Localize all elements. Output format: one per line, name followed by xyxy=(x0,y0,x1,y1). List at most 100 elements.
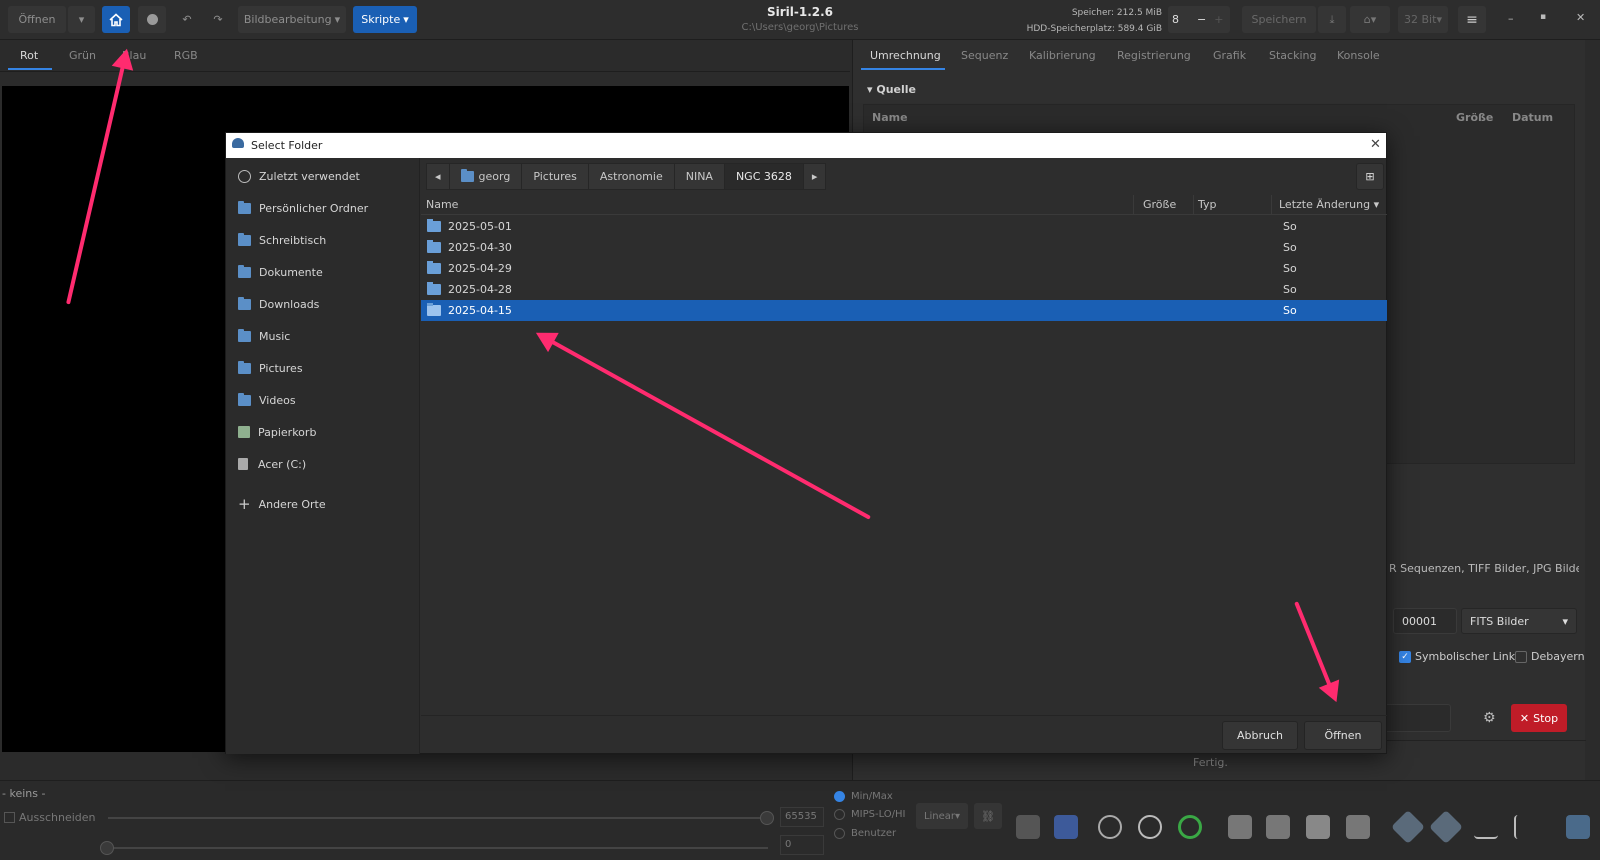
dialog-close-button[interactable]: ✕ xyxy=(1370,137,1381,152)
path-segment[interactable]: Pictures xyxy=(521,163,589,190)
path-segment-home[interactable]: georg xyxy=(448,163,523,190)
sidebar-item-music[interactable]: Music xyxy=(238,326,290,346)
home-button[interactable] xyxy=(102,6,130,33)
maximize-button[interactable]: ▪ xyxy=(1540,12,1546,22)
mips-radio[interactable]: MIPS-LO/HI xyxy=(834,809,906,820)
tab-rgb[interactable]: RGB xyxy=(174,49,198,62)
tab-registration[interactable]: Registrierung xyxy=(1117,49,1191,62)
threads-spin[interactable]: 8 − + xyxy=(1168,6,1230,33)
star-icon[interactable] xyxy=(1054,815,1078,839)
rgb-align-icon[interactable] xyxy=(1514,815,1538,839)
sidebar-item-other-locations[interactable]: + Andere Orte xyxy=(238,494,326,514)
gear-icon[interactable]: ⚙ xyxy=(1483,710,1496,726)
column-modified[interactable]: Letzte Änderung ▾ xyxy=(1279,198,1379,211)
debayer-checkbox[interactable]: Debayern xyxy=(1515,650,1585,663)
undo-button[interactable]: ↶ xyxy=(173,6,201,33)
split-cfa-icon[interactable] xyxy=(1474,815,1498,839)
dialog-open-button[interactable]: Öffnen xyxy=(1304,721,1382,750)
path-back-button[interactable]: ◂ xyxy=(426,163,450,190)
screens-icon[interactable] xyxy=(1566,815,1590,839)
bit-depth-button[interactable]: 32 Bit ▾ xyxy=(1398,6,1448,33)
zoom-actual-icon[interactable] xyxy=(1346,815,1370,839)
tab-sequence[interactable]: Sequenz xyxy=(961,49,1008,62)
photometry-icon[interactable] xyxy=(1098,815,1122,839)
column-size[interactable]: Größe xyxy=(1143,198,1176,211)
tab-plot[interactable]: Grafik xyxy=(1213,49,1246,62)
link-button[interactable]: ⛓ xyxy=(974,803,1002,829)
tab-green[interactable]: Grün xyxy=(69,49,96,62)
main-menu-button[interactable]: ≡ xyxy=(1458,6,1486,33)
tab-console[interactable]: Konsole xyxy=(1337,49,1380,62)
livestack-button[interactable] xyxy=(138,6,166,33)
list-item-selected[interactable]: 2025-04-15 So xyxy=(421,300,1387,321)
path-forward-button[interactable]: ▸ xyxy=(802,163,827,190)
column-date[interactable]: Datum xyxy=(1512,111,1553,124)
high-value-input[interactable]: 65535 xyxy=(780,807,824,827)
minmax-radio[interactable]: Min/Max xyxy=(834,791,893,802)
globe-icon[interactable] xyxy=(1138,815,1162,839)
column-type[interactable]: Typ xyxy=(1198,198,1217,211)
zoom-out-icon[interactable] xyxy=(1228,815,1252,839)
source-expander[interactable]: ▾ Quelle xyxy=(867,83,916,96)
path-segment[interactable]: NINA xyxy=(673,163,725,190)
user-radio[interactable]: Benutzer xyxy=(834,828,896,839)
zoom-fit-icon[interactable] xyxy=(1306,815,1330,839)
low-value-input[interactable]: 0 xyxy=(780,835,824,855)
list-item[interactable]: 2025-05-01 So xyxy=(421,216,1387,237)
scripts-menu[interactable]: Skripte ▾ xyxy=(353,6,417,33)
low-slider[interactable] xyxy=(108,847,768,849)
supported-formats-text: R Sequenzen, TIFF Bilder, JPG Bilder, xyxy=(1389,562,1579,575)
folder-videos-icon xyxy=(238,392,251,406)
sidebar-item-documents[interactable]: Dokumente xyxy=(238,262,323,282)
sidebar-item-pictures[interactable]: Pictures xyxy=(238,358,303,378)
negative-view-icon[interactable] xyxy=(1016,815,1040,839)
target-icon[interactable] xyxy=(1178,815,1202,839)
image-edit-menu[interactable]: Bildbearbeitung ▾ xyxy=(238,6,346,33)
redo-button[interactable]: ↷ xyxy=(204,6,232,33)
stop-button[interactable]: ✕ Stop xyxy=(1511,704,1567,732)
sidebar-item-videos[interactable]: Videos xyxy=(238,390,296,410)
open-dropdown-button[interactable]: ▾ xyxy=(68,6,95,33)
high-slider[interactable] xyxy=(108,817,768,819)
path-segment[interactable]: Astronomie xyxy=(587,163,675,190)
list-item[interactable]: 2025-04-30 So xyxy=(421,237,1387,258)
list-item[interactable]: 2025-04-29 So xyxy=(421,258,1387,279)
path-segment-current[interactable]: NGC 3628 xyxy=(723,163,804,190)
output-format-select[interactable]: FITS Bilder ▾ xyxy=(1461,608,1577,634)
checkbox-box xyxy=(4,812,15,823)
high-slider-handle[interactable] xyxy=(760,811,774,825)
column-size[interactable]: Größe xyxy=(1456,111,1493,124)
sidebar-item-label: Music xyxy=(259,329,291,343)
sequence-number-input[interactable]: 00001 xyxy=(1393,608,1457,634)
zoom-in-icon[interactable] xyxy=(1266,815,1290,839)
tab-stacking[interactable]: Stacking xyxy=(1269,49,1316,62)
cancel-button[interactable]: Abbruch xyxy=(1222,721,1298,750)
sidebar-item-label: Videos xyxy=(259,393,296,407)
snapshot-button[interactable]: ⌂▾ xyxy=(1350,6,1390,33)
save-button[interactable]: Speichern xyxy=(1242,6,1316,33)
symlink-checkbox[interactable]: ✓ Symbolischer Link xyxy=(1399,650,1515,663)
save-as-button[interactable]: ⤓ xyxy=(1318,6,1346,33)
display-mode-select[interactable]: Linear ▾ xyxy=(916,803,968,829)
sidebar-item-home[interactable]: Persönlicher Ordner xyxy=(238,198,368,218)
low-slider-handle[interactable] xyxy=(100,841,114,855)
sort-down-icon: ▾ xyxy=(1373,198,1380,211)
tab-calibration[interactable]: Kalibrierung xyxy=(1029,49,1096,62)
column-name[interactable]: Name xyxy=(872,111,908,124)
tab-red[interactable]: Rot xyxy=(20,49,38,62)
sidebar-item-downloads[interactable]: Downloads xyxy=(238,294,319,314)
close-window-button[interactable]: ✕ xyxy=(1576,11,1585,24)
sidebar-item-recent[interactable]: Zuletzt verwendet xyxy=(238,166,360,186)
folder-name: 2025-04-29 xyxy=(448,262,512,275)
list-item[interactable]: 2025-04-28 So xyxy=(421,279,1387,300)
sidebar-item-drive-c[interactable]: Acer (C:) xyxy=(238,454,306,474)
crop-checkbox[interactable]: Ausschneiden xyxy=(4,811,96,824)
column-name[interactable]: Name xyxy=(426,198,458,211)
open-button[interactable]: Öffnen xyxy=(8,6,66,33)
minimize-button[interactable]: – xyxy=(1508,12,1514,25)
folder-documents-icon xyxy=(238,264,251,278)
sidebar-item-desktop[interactable]: Schreibtisch xyxy=(238,230,326,250)
sidebar-item-trash[interactable]: Papierkorb xyxy=(238,422,316,442)
tab-conversion[interactable]: Umrechnung xyxy=(870,49,941,62)
new-folder-button[interactable]: ⊞ xyxy=(1356,163,1384,190)
